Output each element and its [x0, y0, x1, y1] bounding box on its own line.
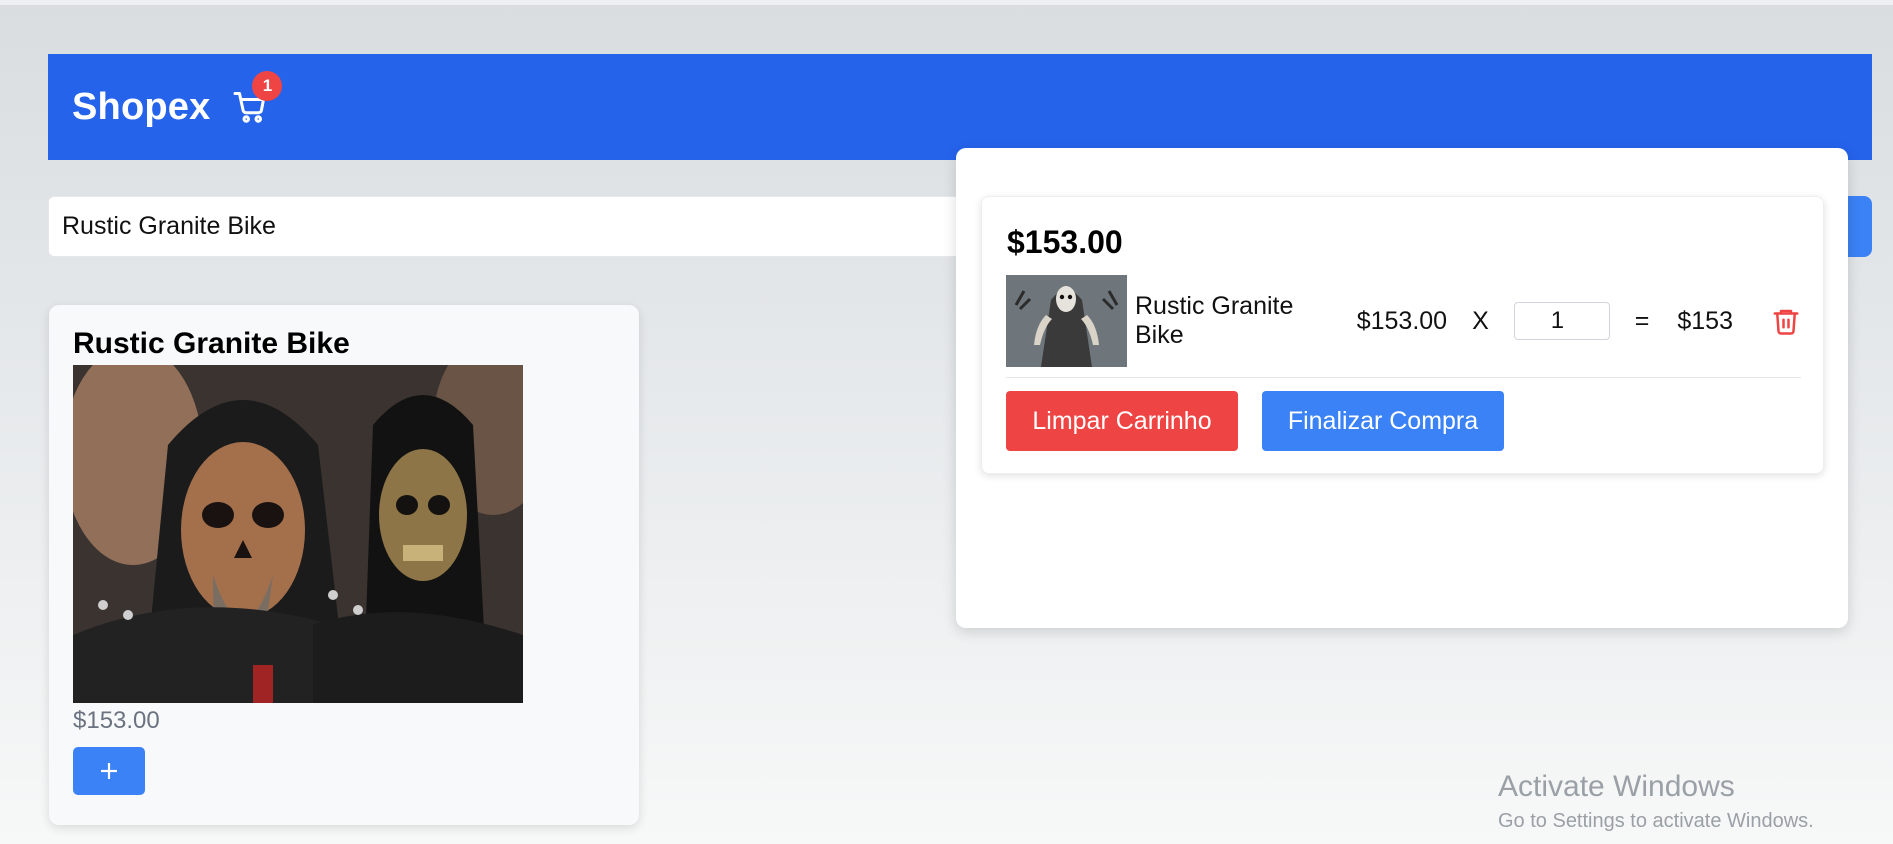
cart-count-badge: 1 [252, 71, 283, 101]
cart-item-row: Rustic Granite Bike $153.00 X = $153 [1006, 275, 1801, 367]
checkout-button[interactable]: Finalizar Compra [1262, 391, 1504, 451]
app-header: Shopex 1 [48, 54, 1872, 160]
cart-item-unit-price: $153.00 [1356, 306, 1448, 335]
clear-cart-button[interactable]: Limpar Carrinho [1006, 391, 1238, 451]
cart-item-equals-sign: = [1634, 306, 1650, 335]
brand-logo[interactable]: Shopex [72, 86, 210, 129]
cart-panel: $153.00 Rustic Granite Bike $153.00 X = [981, 196, 1824, 474]
plus-icon [101, 763, 117, 779]
cart-item-photo-illustration [1006, 275, 1127, 367]
product-image [73, 365, 523, 703]
remove-item-button[interactable] [1771, 305, 1801, 337]
cart-item-thumbnail [1006, 275, 1127, 367]
product-photo-illustration [73, 365, 523, 703]
watermark-title: Activate Windows [1498, 770, 1735, 803]
cart-item-name: Rustic Granite Bike [1135, 292, 1294, 349]
trash-icon [1773, 309, 1799, 335]
product-card: Rustic Granite Bike $153.00 [49, 305, 639, 825]
windows-activation-watermark: Activate Windows Go to Settings to activ… [1498, 770, 1814, 833]
window-top-edge [0, 0, 1893, 5]
product-price: $153.00 [73, 707, 160, 734]
cart-divider [1006, 377, 1801, 378]
watermark-subtitle: Go to Settings to activate Windows. [1498, 810, 1814, 832]
cart-item-multiply-sign: X [1472, 306, 1489, 335]
cart-button[interactable]: 1 [230, 71, 283, 127]
cart-popover: $153.00 Rustic Granite Bike $153.00 X = [956, 148, 1848, 628]
add-to-cart-button[interactable] [73, 747, 145, 795]
product-title: Rustic Granite Bike [73, 327, 350, 360]
cart-total: $153.00 [1007, 224, 1123, 260]
cart-item-line-total: $153 [1677, 306, 1733, 335]
quantity-input[interactable] [1513, 302, 1610, 340]
